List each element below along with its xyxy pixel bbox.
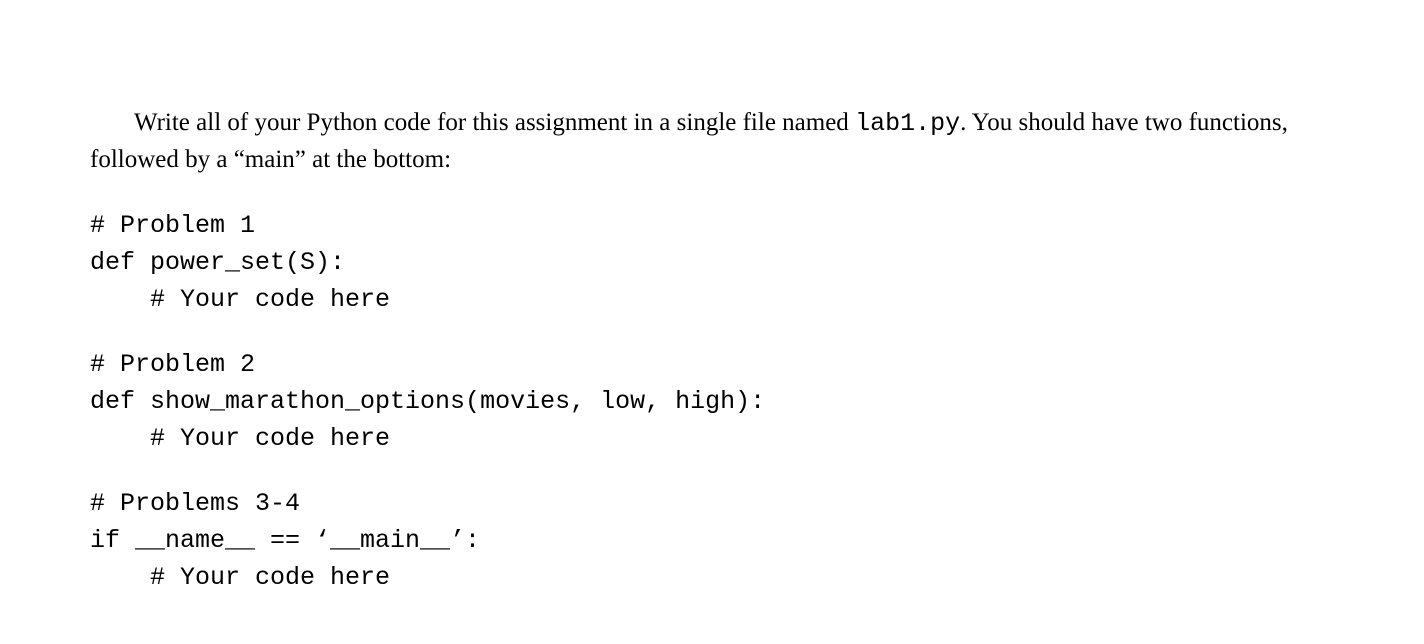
instruction-paragraph: Write all of your Python code for this a… (90, 105, 1314, 179)
filename-inline-code: lab1.py (855, 109, 960, 138)
paragraph-text-part1: Write all of your Python code for this a… (134, 109, 855, 136)
code-line: if __name__ == ‘__main__’: (90, 522, 1314, 559)
code-block-problem-1: # Problem 1 def power_set(S): # Your cod… (90, 207, 1314, 318)
code-line: # Problem 2 (90, 346, 1314, 383)
code-line: # Problem 1 (90, 207, 1314, 244)
code-line: # Your code here (90, 281, 1314, 318)
code-block-problem-2: # Problem 2 def show_marathon_options(mo… (90, 346, 1314, 457)
code-line: # Problems 3-4 (90, 485, 1314, 522)
code-block-problems-3-4: # Problems 3-4 if __name__ == ‘__main__’… (90, 485, 1314, 596)
document-page: Write all of your Python code for this a… (0, 0, 1424, 596)
code-line: # Your code here (90, 420, 1314, 457)
code-line: # Your code here (90, 559, 1314, 596)
code-line: def power_set(S): (90, 244, 1314, 281)
code-line: def show_marathon_options(movies, low, h… (90, 383, 1314, 420)
